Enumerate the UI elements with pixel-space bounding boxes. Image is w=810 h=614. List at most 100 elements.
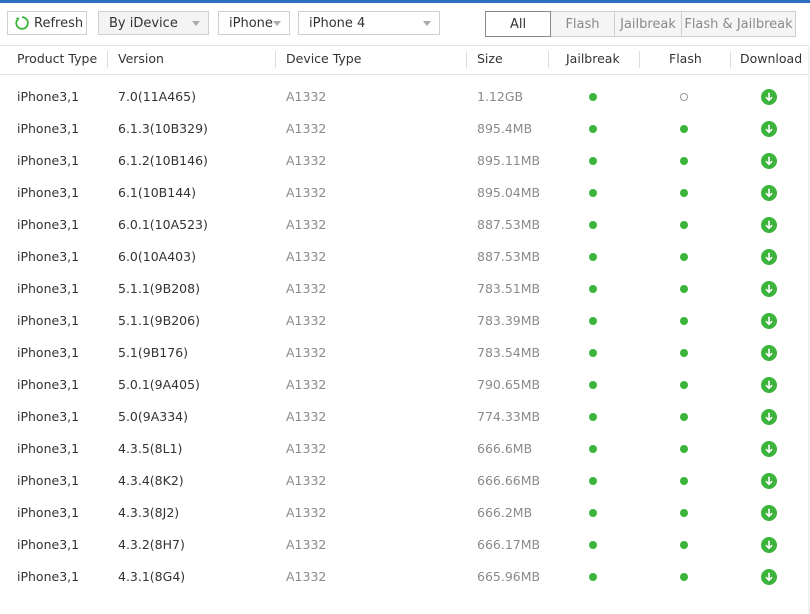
device-type-cell: A1332 — [286, 217, 327, 232]
device-type-select[interactable]: iPhone — [218, 11, 290, 35]
column-divider[interactable] — [730, 51, 731, 68]
firmware-table: iPhone3,1 7.0(11A465) A1332 1.12GB iPhone3,1… — [0, 81, 810, 593]
product-type-cell: iPhone3,1 — [17, 313, 80, 328]
download-icon[interactable] — [761, 537, 777, 553]
column-divider[interactable] — [466, 51, 467, 68]
size-cell: 665.96MB — [477, 569, 541, 584]
device-type-select-value: iPhone — [229, 15, 273, 31]
product-type-cell: iPhone3,1 — [17, 569, 80, 584]
jailbreak-status-dot — [589, 221, 597, 229]
table-row[interactable]: iPhone3,1 5.0(9A334) A1332 774.33MB — [0, 401, 810, 433]
table-row[interactable]: iPhone3,1 6.1.2(10B146) A1332 895.11MB — [0, 145, 810, 177]
download-icon[interactable] — [761, 313, 777, 329]
table-row[interactable]: iPhone3,1 6.1(10B144) A1332 895.04MB — [0, 177, 810, 209]
table-row[interactable]: iPhone3,1 5.1.1(9B208) A1332 783.51MB — [0, 273, 810, 305]
column-divider[interactable] — [107, 51, 108, 68]
product-type-cell: iPhone3,1 — [17, 409, 80, 424]
table-row[interactable]: iPhone3,1 4.3.1(8G4) A1332 665.96MB — [0, 561, 810, 593]
table-row[interactable]: iPhone3,1 6.0(10A403) A1332 887.53MB — [0, 241, 810, 273]
column-header-size[interactable]: Size — [477, 46, 503, 74]
flash-status-dot — [680, 285, 688, 293]
version-cell: 4.3.2(8H7) — [118, 537, 185, 552]
filter-flash-and-jailbreak[interactable]: Flash & Jailbreak — [681, 11, 796, 37]
column-divider[interactable] — [548, 51, 549, 68]
jailbreak-status-dot — [589, 93, 597, 101]
download-icon[interactable] — [761, 505, 777, 521]
table-row[interactable]: iPhone3,1 4.3.4(8K2) A1332 666.66MB — [0, 465, 810, 497]
flash-status-dot — [680, 541, 688, 549]
download-icon[interactable] — [761, 441, 777, 457]
table-row[interactable]: iPhone3,1 4.3.2(8H7) A1332 666.17MB — [0, 529, 810, 561]
version-cell: 6.1.2(10B146) — [118, 153, 208, 168]
table-header: Product Type Version Device Type Size Ja… — [0, 45, 810, 75]
refresh-button[interactable]: Refresh — [7, 11, 87, 35]
refresh-icon — [14, 15, 30, 31]
jailbreak-status-dot — [589, 477, 597, 485]
column-divider[interactable] — [275, 51, 276, 68]
table-row[interactable]: iPhone3,1 7.0(11A465) A1332 1.12GB — [0, 81, 810, 113]
jailbreak-status-dot — [589, 125, 597, 133]
flash-status-dot — [680, 381, 688, 389]
table-row[interactable]: iPhone3,1 4.3.3(8J2) A1332 666.2MB — [0, 497, 810, 529]
size-cell: 774.33MB — [477, 409, 541, 424]
table-row[interactable]: iPhone3,1 5.1.1(9B206) A1332 783.39MB — [0, 305, 810, 337]
flash-status-dot — [680, 157, 688, 165]
download-icon[interactable] — [761, 121, 777, 137]
version-cell: 6.1(10B144) — [118, 185, 196, 200]
download-icon[interactable] — [761, 281, 777, 297]
model-select[interactable]: iPhone 4 — [298, 11, 440, 35]
download-icon[interactable] — [761, 569, 777, 585]
filter-all[interactable]: All — [485, 11, 551, 37]
device-type-cell: A1332 — [286, 473, 327, 488]
table-row[interactable]: iPhone3,1 6.0.1(10A523) A1332 887.53MB — [0, 209, 810, 241]
jailbreak-status-dot — [589, 413, 597, 421]
product-type-cell: iPhone3,1 — [17, 89, 80, 104]
product-type-cell: iPhone3,1 — [17, 153, 80, 168]
mode-select[interactable]: By iDevice — [98, 11, 209, 35]
flash-status-dot — [680, 317, 688, 325]
column-header-version[interactable]: Version — [118, 46, 164, 74]
jailbreak-status-dot — [589, 285, 597, 293]
size-cell: 887.53MB — [477, 249, 541, 264]
download-icon[interactable] — [761, 217, 777, 233]
download-icon[interactable] — [761, 153, 777, 169]
filter-flash[interactable]: Flash — [550, 11, 615, 37]
table-row[interactable]: iPhone3,1 5.0.1(9A405) A1332 790.65MB — [0, 369, 810, 401]
version-cell: 6.1.3(10B329) — [118, 121, 208, 136]
size-cell: 887.53MB — [477, 217, 541, 232]
product-type-cell: iPhone3,1 — [17, 281, 80, 296]
version-cell: 4.3.3(8J2) — [118, 505, 180, 520]
download-icon[interactable] — [761, 89, 777, 105]
table-row[interactable]: iPhone3,1 4.3.5(8L1) A1332 666.6MB — [0, 433, 810, 465]
mode-select-value: By iDevice — [109, 15, 178, 31]
flash-status-dot — [680, 125, 688, 133]
device-type-cell: A1332 — [286, 313, 327, 328]
column-header-product-type[interactable]: Product Type — [17, 46, 97, 74]
column-header-flash[interactable]: Flash — [669, 46, 702, 74]
chevron-down-icon — [192, 21, 200, 26]
download-icon[interactable] — [761, 377, 777, 393]
size-cell: 790.65MB — [477, 377, 541, 392]
download-icon[interactable] — [761, 473, 777, 489]
flash-status-dot — [680, 445, 688, 453]
table-row[interactable]: iPhone3,1 5.1(9B176) A1332 783.54MB — [0, 337, 810, 369]
download-icon[interactable] — [761, 249, 777, 265]
download-icon[interactable] — [761, 345, 777, 361]
column-header-device-type[interactable]: Device Type — [286, 46, 361, 74]
download-icon[interactable] — [761, 185, 777, 201]
version-cell: 4.3.1(8G4) — [118, 569, 186, 584]
size-cell: 783.39MB — [477, 313, 541, 328]
column-header-download[interactable]: Download — [740, 46, 802, 74]
model-select-value: iPhone 4 — [309, 15, 366, 31]
table-row[interactable]: iPhone3,1 6.1.3(10B329) A1332 895.4MB — [0, 113, 810, 145]
jailbreak-status-dot — [589, 573, 597, 581]
product-type-cell: iPhone3,1 — [17, 185, 80, 200]
column-divider[interactable] — [639, 51, 640, 68]
filter-jailbreak[interactable]: Jailbreak — [614, 11, 682, 37]
jailbreak-status-dot — [589, 317, 597, 325]
product-type-cell: iPhone3,1 — [17, 377, 80, 392]
column-header-jailbreak[interactable]: Jailbreak — [566, 46, 620, 74]
device-type-cell: A1332 — [286, 441, 327, 456]
download-icon[interactable] — [761, 409, 777, 425]
device-type-cell: A1332 — [286, 281, 327, 296]
